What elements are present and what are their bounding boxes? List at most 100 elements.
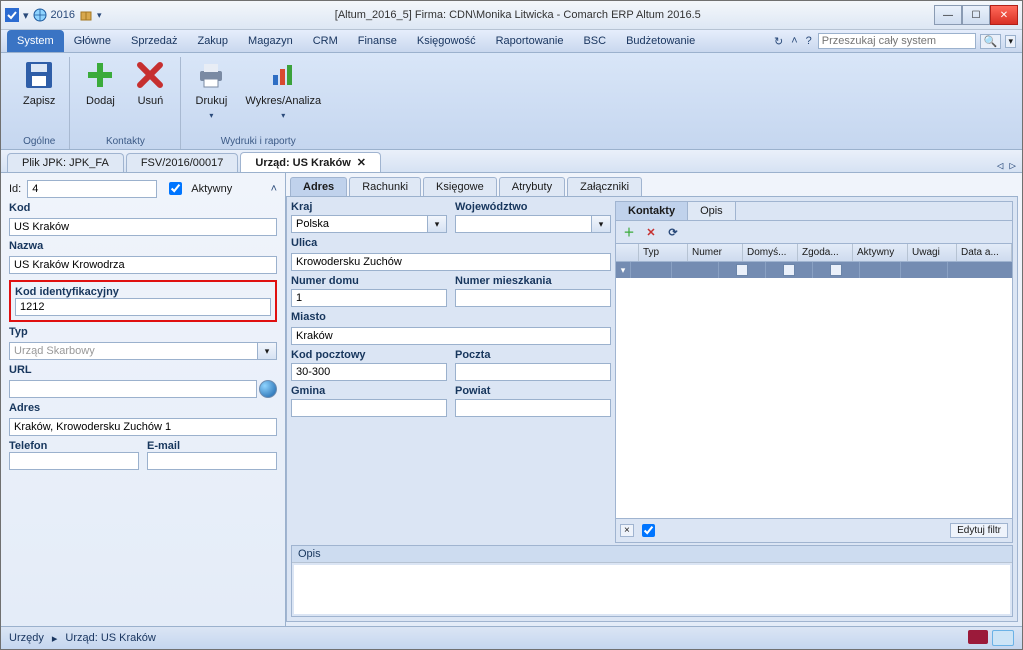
filter-cell[interactable] bbox=[719, 262, 766, 278]
doc-tab-active[interactable]: Urząd: US Kraków ✕ bbox=[240, 152, 381, 172]
miasto-field[interactable] bbox=[291, 327, 611, 345]
woj-field[interactable] bbox=[455, 215, 591, 233]
filter-cell[interactable] bbox=[813, 262, 860, 278]
url-field[interactable] bbox=[9, 380, 257, 398]
tab-ksiegowe[interactable]: Księgowe bbox=[423, 177, 497, 196]
checkbox-icon[interactable] bbox=[830, 264, 842, 276]
kraj-field[interactable] bbox=[291, 215, 427, 233]
col-domys[interactable]: Domyś... bbox=[743, 244, 798, 261]
col-aktywny[interactable]: Aktywny bbox=[853, 244, 908, 261]
menu-tab-ksiegowosc[interactable]: Księgowość bbox=[407, 30, 486, 52]
kodid-field[interactable] bbox=[15, 298, 271, 316]
clear-filter-button[interactable]: × bbox=[620, 524, 634, 537]
col-zgoda[interactable]: Zgoda... bbox=[798, 244, 853, 261]
menu-tab-bsc[interactable]: BSC bbox=[573, 30, 616, 52]
col-typ[interactable]: Typ bbox=[639, 244, 688, 261]
opis-textarea[interactable] bbox=[294, 565, 1010, 614]
chevron-up-icon[interactable]: ˄ bbox=[271, 183, 277, 195]
search-icon[interactable]: 🔍 bbox=[980, 34, 1002, 49]
ribbon-group-label: Kontakty bbox=[106, 134, 145, 149]
print-button[interactable]: Drukuj ▾ bbox=[191, 57, 231, 122]
tab-prev-icon[interactable]: ◁ bbox=[997, 159, 1004, 172]
id-field[interactable] bbox=[27, 180, 157, 198]
edit-filter-button[interactable]: Edytuj filtr bbox=[950, 523, 1008, 538]
help-icon[interactable]: ? bbox=[806, 30, 812, 52]
menu-tab-zakup[interactable]: Zakup bbox=[187, 30, 238, 52]
nazwa-field[interactable] bbox=[9, 256, 277, 274]
doc-tab[interactable]: Plik JPK: JPK_FA bbox=[7, 153, 124, 172]
adres-field[interactable] bbox=[9, 418, 277, 436]
search-dropdown-icon[interactable]: ▾ bbox=[1005, 35, 1016, 48]
dropdown-icon[interactable]: ▾ bbox=[23, 9, 29, 22]
telefon-field[interactable] bbox=[9, 452, 139, 470]
kraj-dropdown-button[interactable]: ▾ bbox=[427, 215, 447, 233]
filter-cell[interactable] bbox=[860, 262, 901, 278]
poczta-field[interactable] bbox=[455, 363, 611, 381]
chart-button[interactable]: Wykres/Analiza ▾ bbox=[241, 57, 325, 122]
doc-tab[interactable]: FSV/2016/00017 bbox=[126, 153, 239, 172]
menu-tab-finanse[interactable]: Finanse bbox=[348, 30, 407, 52]
menu-tab-budzetowanie[interactable]: Budżetowanie bbox=[616, 30, 705, 52]
powiat-field[interactable] bbox=[455, 399, 611, 417]
tab-adres[interactable]: Adres bbox=[290, 177, 347, 196]
print-dropdown-icon[interactable]: ▾ bbox=[209, 111, 213, 120]
tab-atrybuty[interactable]: Atrybuty bbox=[499, 177, 565, 196]
package-icon[interactable] bbox=[79, 8, 93, 22]
delete-button[interactable]: Usuń bbox=[130, 57, 170, 109]
filter-checkbox[interactable] bbox=[642, 524, 655, 537]
refresh-contacts-button[interactable]: ⟳ bbox=[665, 224, 681, 240]
nrdomu-field[interactable] bbox=[291, 289, 447, 307]
tab-next-icon[interactable]: ▷ bbox=[1009, 159, 1016, 172]
chart-dropdown-icon[interactable]: ▾ bbox=[281, 111, 285, 120]
subtab-kontakty[interactable]: Kontakty bbox=[616, 202, 688, 220]
search-input[interactable] bbox=[818, 33, 976, 49]
tab-rachunki[interactable]: Rachunki bbox=[349, 177, 421, 196]
menu-tab-system[interactable]: System bbox=[7, 30, 64, 52]
refresh-icon[interactable]: ↻ bbox=[774, 30, 783, 52]
tab-zalaczniki[interactable]: Załączniki bbox=[567, 177, 642, 196]
filter-cell[interactable] bbox=[672, 262, 719, 278]
filter-cell[interactable] bbox=[901, 262, 948, 278]
breadcrumb: Urzędy ▸ Urząd: US Kraków bbox=[1, 626, 1022, 649]
active-checkbox[interactable] bbox=[169, 182, 182, 195]
add-button[interactable]: Dodaj bbox=[80, 57, 120, 109]
grid-footer: × Edytuj filtr bbox=[616, 518, 1012, 542]
checkbox-icon[interactable] bbox=[783, 264, 795, 276]
filter-cell[interactable] bbox=[631, 262, 672, 278]
col-blank[interactable] bbox=[616, 244, 639, 261]
add-contact-button[interactable]: ＋ bbox=[621, 224, 637, 240]
kod-field[interactable] bbox=[9, 218, 277, 236]
minimize-button[interactable]: — bbox=[934, 5, 962, 25]
save-button[interactable]: Zapisz bbox=[19, 57, 59, 109]
chevron-up-icon[interactable]: ˄ bbox=[791, 30, 797, 52]
subtab-opis[interactable]: Opis bbox=[688, 202, 736, 220]
menu-tab-magazyn[interactable]: Magazyn bbox=[238, 30, 303, 52]
close-icon[interactable]: ✕ bbox=[357, 156, 366, 169]
content-area: Id: Aktywny ˄ Kod Nazwa Kod identyfikacy… bbox=[1, 173, 1022, 626]
menu-tab-crm[interactable]: CRM bbox=[303, 30, 348, 52]
email-field[interactable] bbox=[147, 452, 277, 470]
delete-contact-button[interactable]: ✕ bbox=[643, 224, 659, 240]
nrmieszk-field[interactable] bbox=[455, 289, 611, 307]
menu-tab-raportowanie[interactable]: Raportowanie bbox=[486, 30, 574, 52]
ulica-field[interactable] bbox=[291, 253, 611, 271]
checkbox-icon[interactable] bbox=[736, 264, 748, 276]
gmina-field[interactable] bbox=[291, 399, 447, 417]
maximize-button[interactable]: ☐ bbox=[962, 5, 990, 25]
woj-dropdown-button[interactable]: ▾ bbox=[591, 215, 611, 233]
col-uwagi[interactable]: Uwagi bbox=[908, 244, 957, 261]
typ-dropdown-button[interactable]: ▾ bbox=[257, 342, 277, 360]
col-data[interactable]: Data a... bbox=[957, 244, 1012, 261]
menu-tab-sprzedaz[interactable]: Sprzedaż bbox=[121, 30, 187, 52]
col-numer[interactable]: Numer bbox=[688, 244, 743, 261]
close-button[interactable]: ✕ bbox=[990, 5, 1018, 25]
kodp-field[interactable] bbox=[291, 363, 447, 381]
filter-cell[interactable] bbox=[766, 262, 813, 278]
filter-indicator[interactable]: ▾ bbox=[616, 262, 631, 278]
grid-body[interactable] bbox=[616, 278, 1012, 518]
left-panel: Id: Aktywny ˄ Kod Nazwa Kod identyfikacy… bbox=[1, 173, 286, 626]
globe-icon[interactable] bbox=[259, 380, 277, 398]
globe-ql-icon[interactable] bbox=[33, 8, 47, 22]
menu-tab-glowne[interactable]: Główne bbox=[64, 30, 121, 52]
breadcrumb-root[interactable]: Urzędy bbox=[9, 632, 44, 644]
